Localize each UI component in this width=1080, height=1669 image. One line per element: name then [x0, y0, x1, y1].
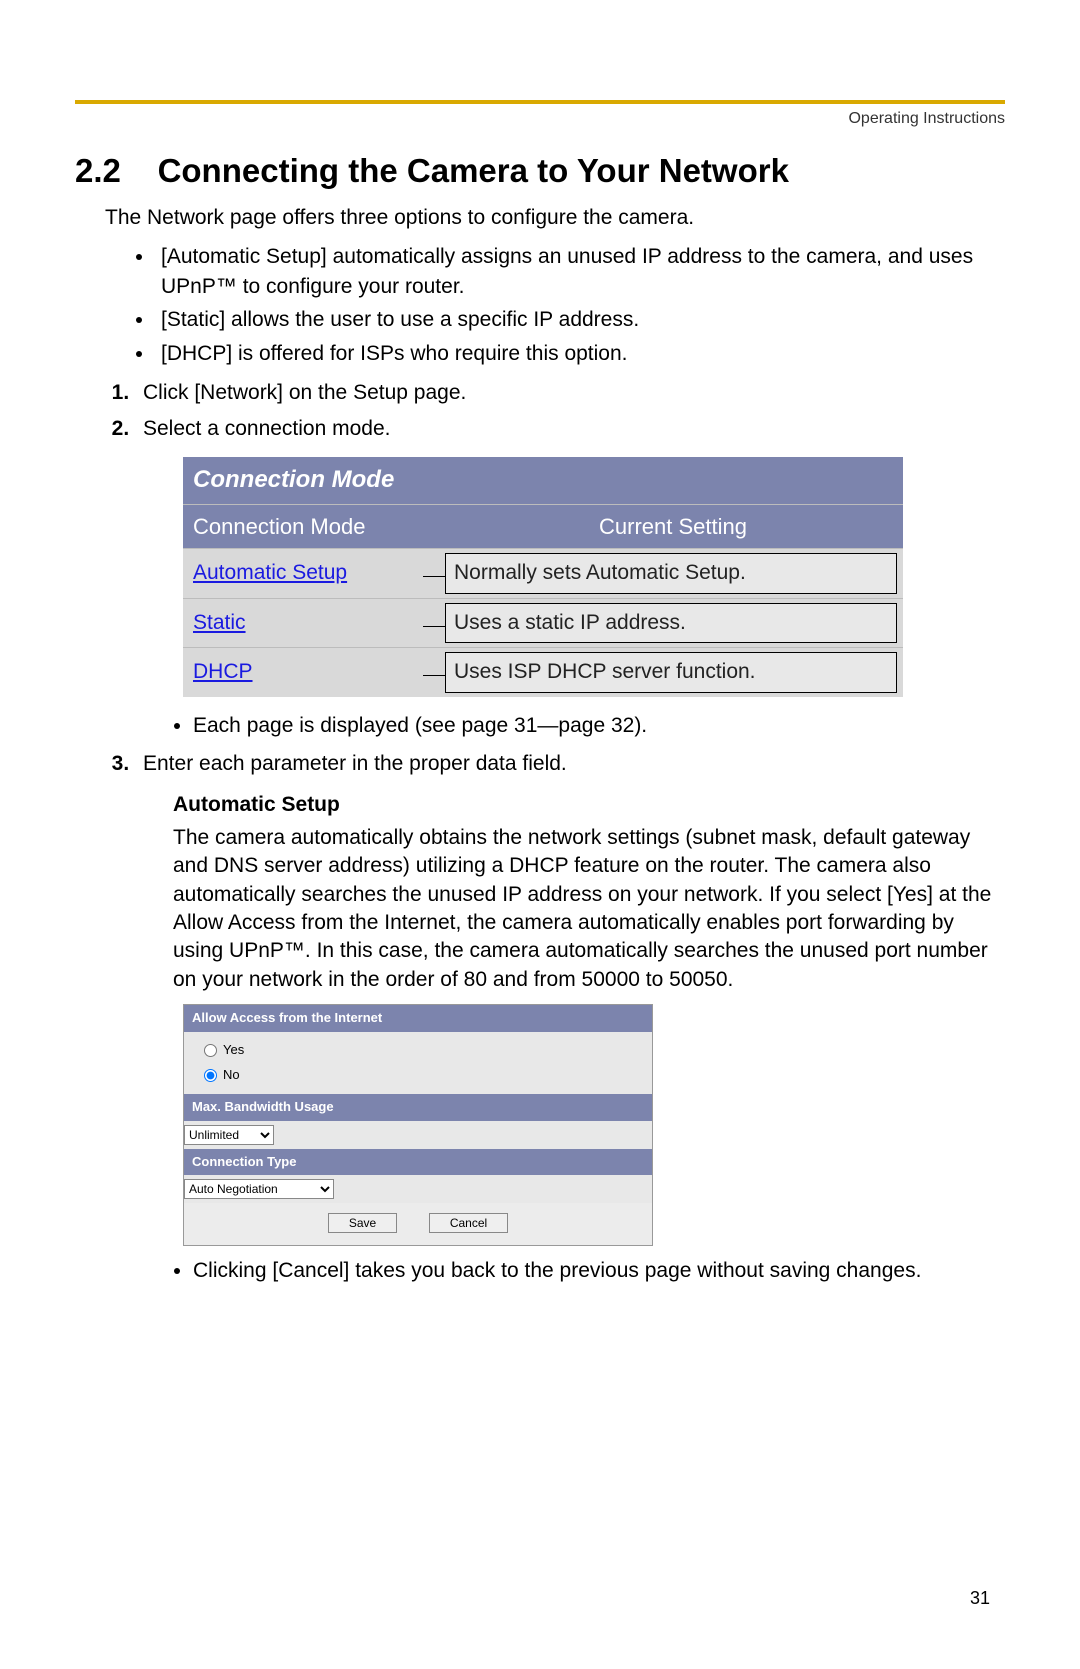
allow-access-yes-label: Yes [223, 1041, 244, 1060]
connection-mode-desc-cell: Normally sets Automatic Setup. [445, 549, 903, 597]
option-item: [Automatic Setup] automatically assigns … [155, 242, 1005, 301]
bandwidth-header: Max. Bandwidth Usage [184, 1094, 652, 1121]
header-right-label: Operating Instructions [75, 110, 1005, 128]
connector-line [423, 675, 445, 676]
cancel-note-list: Clicking [Cancel] takes you back to the … [193, 1256, 1005, 1286]
connection-mode-link-cell: Static [183, 600, 423, 646]
connection-mode-table: Connection Mode Connection Mode Current … [183, 457, 903, 697]
cancel-button[interactable]: Cancel [429, 1213, 508, 1233]
settings-panel: Allow Access from the Internet Yes No Ma… [183, 1004, 653, 1246]
step-3-text: Enter each parameter in the proper data … [143, 752, 567, 775]
connection-mode-desc-cell: Uses a static IP address. [445, 599, 903, 647]
step-1-text: Click [Network] on the Setup page. [143, 381, 466, 404]
allow-access-body: Yes No [184, 1032, 652, 1094]
connection-mode-row: Static Uses a static IP address. [183, 599, 903, 648]
connection-type-select[interactable]: Auto Negotiation [184, 1179, 334, 1199]
automatic-setup-link[interactable]: Automatic Setup [193, 561, 347, 584]
step-2: Select a connection mode. Connection Mod… [135, 414, 1005, 741]
intro-text: The Network page offers three options to… [105, 204, 1005, 232]
allow-access-no-label: No [223, 1066, 240, 1085]
connection-mode-link-cell: DHCP [183, 649, 423, 695]
automatic-setup-heading: Automatic Setup [173, 790, 1005, 820]
connection-type-header: Connection Type [184, 1149, 652, 1176]
option-item: [Static] allows the user to use a specif… [155, 305, 1005, 334]
section-number: 2.2 [75, 152, 121, 189]
connection-mode-row: DHCP Uses ISP DHCP server function. [183, 648, 903, 696]
step-1: Click [Network] on the Setup page. [135, 378, 1005, 408]
option-item: [DHCP] is offered for ISPs who require t… [155, 339, 1005, 368]
connector-line [423, 626, 445, 627]
save-button[interactable]: Save [328, 1213, 397, 1233]
bandwidth-body: Unlimited [184, 1121, 652, 1149]
options-list: [Automatic Setup] automatically assigns … [155, 242, 1005, 368]
connection-mode-head-left: Connection Mode [183, 505, 443, 550]
connector-line [423, 576, 445, 577]
connection-mode-title: Connection Mode [183, 457, 903, 505]
automatic-setup-paragraph: The camera automatically obtains the net… [173, 824, 1005, 994]
page-number: 31 [970, 1588, 990, 1609]
bandwidth-select[interactable]: Unlimited [184, 1125, 274, 1145]
connection-mode-link-cell: Automatic Setup [183, 550, 423, 596]
steps-list: Click [Network] on the Setup page. Selec… [135, 378, 1005, 1287]
step-2-notes: Each page is displayed (see page 31—page… [193, 711, 1005, 741]
connection-mode-header-row: Connection Mode Current Setting [183, 505, 903, 550]
allow-access-yes-row[interactable]: Yes [204, 1038, 642, 1063]
automatic-setup-desc: Normally sets Automatic Setup. [445, 553, 897, 593]
cancel-note: Clicking [Cancel] takes you back to the … [193, 1256, 1005, 1286]
connection-mode-desc-cell: Uses ISP DHCP server function. [445, 648, 903, 696]
step-2-note: Each page is displayed (see page 31—page… [193, 711, 1005, 741]
step-2-text: Select a connection mode. [143, 417, 391, 440]
connection-mode-head-right: Current Setting [443, 505, 903, 550]
section-heading: Connecting the Camera to Your Network [158, 152, 789, 189]
connection-mode-row: Automatic Setup Normally sets Automatic … [183, 549, 903, 598]
dhcp-desc: Uses ISP DHCP server function. [445, 652, 897, 692]
header-rule [75, 100, 1005, 104]
allow-access-header: Allow Access from the Internet [184, 1005, 652, 1032]
dhcp-link[interactable]: DHCP [193, 660, 253, 683]
settings-button-row: Save Cancel [184, 1203, 652, 1245]
section-title: 2.2 Connecting the Camera to Your Networ… [75, 152, 1005, 190]
allow-access-no-radio[interactable] [204, 1069, 217, 1082]
static-link[interactable]: Static [193, 611, 246, 634]
connection-type-body: Auto Negotiation [184, 1175, 652, 1203]
static-desc: Uses a static IP address. [445, 603, 897, 643]
step-3: Enter each parameter in the proper data … [135, 749, 1005, 1287]
allow-access-no-row[interactable]: No [204, 1063, 642, 1088]
allow-access-yes-radio[interactable] [204, 1044, 217, 1057]
